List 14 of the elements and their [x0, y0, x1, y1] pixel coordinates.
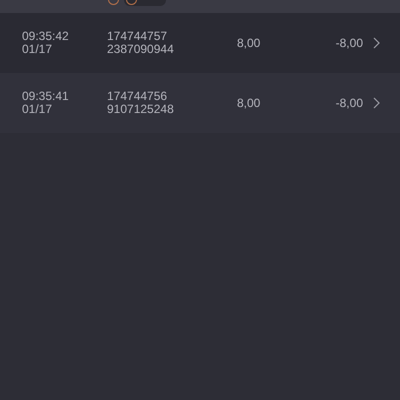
id-text: 174744757 [107, 30, 168, 43]
date-text: 01/17 [22, 103, 54, 116]
amount-text: 8,00 [237, 36, 260, 50]
chevron-icon[interactable] [373, 97, 380, 109]
id-text: 2387090944 [107, 43, 175, 56]
amount-text: 8,00 [237, 96, 260, 110]
id-text: 9107125248 [107, 103, 175, 116]
date-text: 01/17 [22, 43, 54, 56]
chevron-icon[interactable] [373, 37, 380, 49]
change-text: -8,00 [336, 36, 363, 50]
time-text: 09:35:41 [22, 90, 70, 103]
id-text: 174744756 [107, 90, 168, 103]
time-text: 09:35:42 [22, 30, 70, 43]
change-text: -8,00 [336, 96, 363, 110]
